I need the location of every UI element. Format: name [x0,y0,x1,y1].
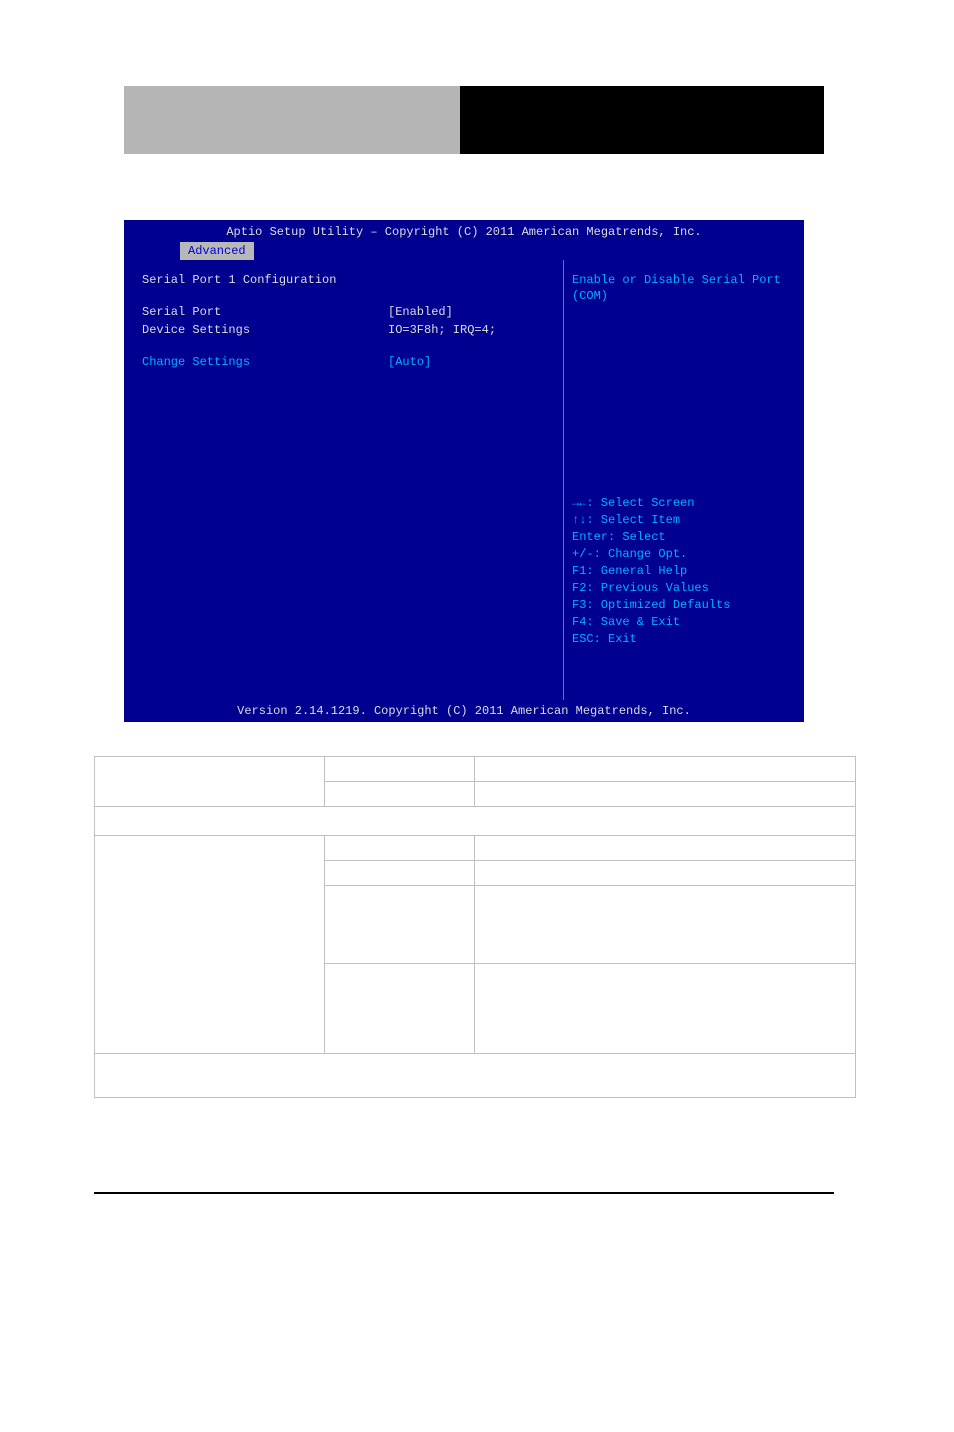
row-serial-port[interactable]: Serial Port [Enabled] [142,304,551,320]
table-row [95,836,856,861]
help-key-f2: F2: Previous Values [572,580,792,596]
bios-tab-row: Advanced [124,242,804,260]
help-spacer [572,304,792,495]
bios-titlebar: Aptio Setup Utility – Copyright (C) 2011… [124,220,804,242]
options-table [94,756,856,1098]
cell-option-desc-2d [475,964,856,1054]
cell-option-desc-2a [475,836,856,861]
help-line-2: (COM) [572,288,792,304]
header-left-block [124,86,460,154]
section-title: Serial Port 1 Configuration [142,272,551,288]
cell-option-desc-2c [475,886,856,964]
bios-main-area: Serial Port 1 Configuration Serial Port … [124,260,804,700]
help-key-select-item: ↑↓: Select Item [572,512,792,528]
help-key-esc: ESC: Exit [572,631,792,647]
help-line-1: Enable or Disable Serial Port [572,272,792,288]
cell-option-val-2c [325,886,475,964]
help-key-f1: F1: General Help [572,563,792,579]
cell-option-name-1 [95,757,325,807]
cell-option-desc-1a [475,757,856,782]
bios-left-panel: Serial Port 1 Configuration Serial Port … [124,260,564,700]
label-serial-port: Serial Port [142,304,388,320]
page-header-bar [124,86,824,154]
cell-footer-span [95,1054,856,1098]
cell-option-val-2d [325,964,475,1054]
cell-option-val-2a [325,836,475,861]
cell-option-val-1a [325,757,475,782]
help-key-change-opt: +/-: Change Opt. [572,546,792,562]
cell-option-desc-1b [475,782,856,807]
bios-setup-window: Aptio Setup Utility – Copyright (C) 2011… [124,220,804,722]
table-divider-row [95,807,856,836]
footer-divider-line [94,1192,834,1194]
cell-option-val-2b [325,861,475,886]
table-row [95,757,856,782]
bios-statusbar: Version 2.14.1219. Copyright (C) 2011 Am… [124,700,804,722]
value-change-settings: [Auto] [388,354,431,370]
value-serial-port: [Enabled] [388,304,453,320]
help-key-f3: F3: Optimized Defaults [572,597,792,613]
cell-divider [95,807,856,836]
cell-option-name-2 [95,836,325,1054]
label-device-settings: Device Settings [142,322,388,338]
label-change-settings: Change Settings [142,354,388,370]
cell-option-desc-2b [475,861,856,886]
bios-right-panel: Enable or Disable Serial Port (COM) →←: … [564,260,804,700]
row-device-settings: Device Settings IO=3F8h; IRQ=4; [142,322,551,338]
help-key-f4: F4: Save & Exit [572,614,792,630]
help-key-select-screen: →←: Select Screen [572,495,792,511]
value-device-settings: IO=3F8h; IRQ=4; [388,322,496,338]
help-description: Enable or Disable Serial Port (COM) [572,272,792,304]
header-right-block [460,86,824,154]
help-key-enter: Enter: Select [572,529,792,545]
help-keys: →←: Select Screen ↑↓: Select Item Enter:… [572,495,792,648]
tab-advanced[interactable]: Advanced [180,242,254,260]
table-footer-row [95,1054,856,1098]
row-change-settings[interactable]: Change Settings [Auto] [142,354,551,370]
spacer [142,340,551,354]
cell-option-val-1b [325,782,475,807]
